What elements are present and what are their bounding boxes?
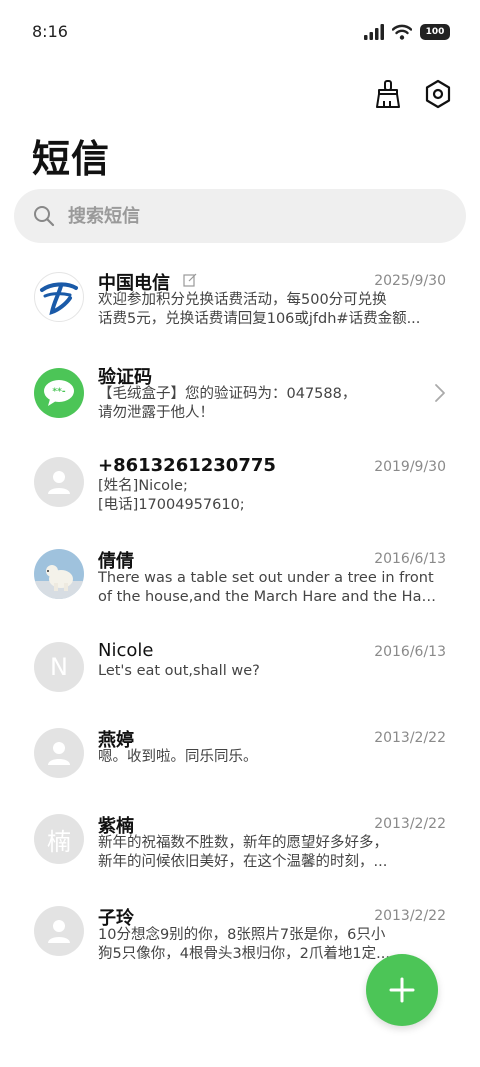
china-telecom-logo (34, 272, 84, 322)
status-icons: 100 (364, 24, 450, 40)
conversation-date: 2013/2/22 (374, 730, 446, 746)
preview-line: 新年的祝福数不胜数，新年的愿望好多好多， (98, 835, 388, 851)
plus-icon (389, 977, 415, 1003)
conversation-date: 2016/6/13 (374, 551, 446, 567)
message-bubble-icon: **- (44, 380, 74, 406)
preview-line: 欢迎参加积分兑换话费活动，每500分可兑换 (98, 292, 387, 308)
battery-icon: 100 (420, 24, 450, 40)
conversation-item[interactable]: +8613261230775 2019/9/30 [姓名]Nicole; [电话… (0, 449, 480, 529)
preview-line: 嗯。收到啦。同乐同乐。 (98, 749, 258, 765)
conversation-preview: 嗯。收到啦。同乐同乐。 (98, 748, 438, 767)
conversation-item[interactable]: **- 验证码 【毛绒盒子】您的验证码为：047588， 请勿泄露于他人！ (0, 355, 480, 435)
conversation-name: Nicole (98, 640, 154, 661)
polar-bear-image (34, 549, 84, 599)
preview-line: 话费5元，兑换话费请回复106或jfdh#话费金额... (98, 311, 421, 327)
conversation-date: 2013/2/22 (374, 816, 446, 832)
search-bar[interactable] (14, 189, 466, 243)
preview-line: of the house,and the March Hare and the … (98, 589, 438, 605)
settings-icon (425, 79, 451, 109)
polar-bear-photo (34, 549, 84, 599)
new-message-button[interactable] (366, 954, 438, 1026)
preview-line: [电话]17004957610; (98, 497, 245, 513)
conversation-preview: [姓名]Nicole; [电话]17004957610; (98, 477, 438, 515)
conversation-date: 2016/6/13 (374, 644, 446, 660)
svg-text:**-: **- (52, 387, 65, 397)
preview-line: 10分想念9别的你，8张照片7张是你，6只小 (98, 927, 386, 943)
avatar (34, 728, 84, 778)
edit-icon (183, 273, 197, 287)
status-time: 8:16 (32, 22, 68, 41)
conversation-preview: 欢迎参加积分兑换话费活动，每500分可兑换 话费5元，兑换话费请回复106或jf… (98, 291, 438, 329)
preview-line: 新年的问候依旧美好，在这个温馨的时刻，... (98, 854, 388, 870)
avatar: N (34, 642, 84, 692)
avatar (34, 906, 84, 956)
preview-line: 请勿泄露于他人！ (98, 405, 214, 421)
conversation-preview: 新年的祝福数不胜数，新年的愿望好多好多， 新年的问候依旧美好，在这个温馨的时刻，… (98, 834, 438, 872)
avatar: 楠 (34, 814, 84, 864)
broom-icon (376, 80, 400, 108)
person-icon (48, 471, 70, 494)
chevron-right-icon (435, 384, 445, 402)
conversation-preview: 【毛绒盒子】您的验证码为：047588， 请勿泄露于他人！ (98, 385, 438, 423)
search-input[interactable] (68, 205, 428, 227)
signal-icon (364, 24, 384, 40)
conversation-preview: There was a table set out under a tree i… (98, 569, 438, 607)
avatar-letter: N (50, 653, 68, 681)
conversation-item[interactable]: 倩倩 2016/6/13 There was a table set out u… (0, 541, 480, 621)
person-icon (48, 920, 70, 943)
conversation-date: 2019/9/30 (374, 459, 446, 475)
preview-line: 【毛绒盒子】您的验证码为：047588， (98, 386, 357, 402)
conversation-item[interactable]: 燕婷 2013/2/22 嗯。收到啦。同乐同乐。 (0, 720, 480, 800)
preview-line: There was a table set out under a tree i… (98, 570, 434, 586)
search-icon (34, 206, 55, 227)
conversation-date: 2025/9/30 (374, 273, 446, 289)
wifi-icon (392, 24, 412, 40)
conversation-date: 2013/2/22 (374, 908, 446, 924)
settings-button[interactable] (422, 78, 454, 110)
battery-level: 100 (425, 27, 445, 37)
avatar-letter: 楠 (47, 827, 71, 856)
top-actions (372, 78, 454, 110)
conversation-item[interactable]: 楠 紫楠 2013/2/22 新年的祝福数不胜数，新年的愿望好多好多， 新年的问… (0, 806, 480, 886)
conversation-item[interactable]: 中国电信 2025/9/30 欢迎参加积分兑换话费活动，每500分可兑换 话费5… (0, 263, 480, 343)
page-title: 短信 (32, 137, 111, 181)
status-bar: 8:16 100 (0, 0, 480, 66)
clean-button[interactable] (372, 78, 404, 110)
person-icon (48, 742, 70, 765)
avatar (34, 457, 84, 507)
conversation-name: +8613261230775 (98, 455, 276, 476)
conversation-preview: Let's eat out,shall we? (98, 662, 438, 681)
preview-line: Let's eat out,shall we? (98, 663, 260, 679)
telecom-logo-icon (40, 282, 78, 315)
message-bubble-avatar: **- (34, 368, 84, 418)
conversation-item[interactable]: N Nicole 2016/6/13 Let's eat out,shall w… (0, 634, 480, 714)
preview-line: [姓名]Nicole; (98, 478, 188, 494)
